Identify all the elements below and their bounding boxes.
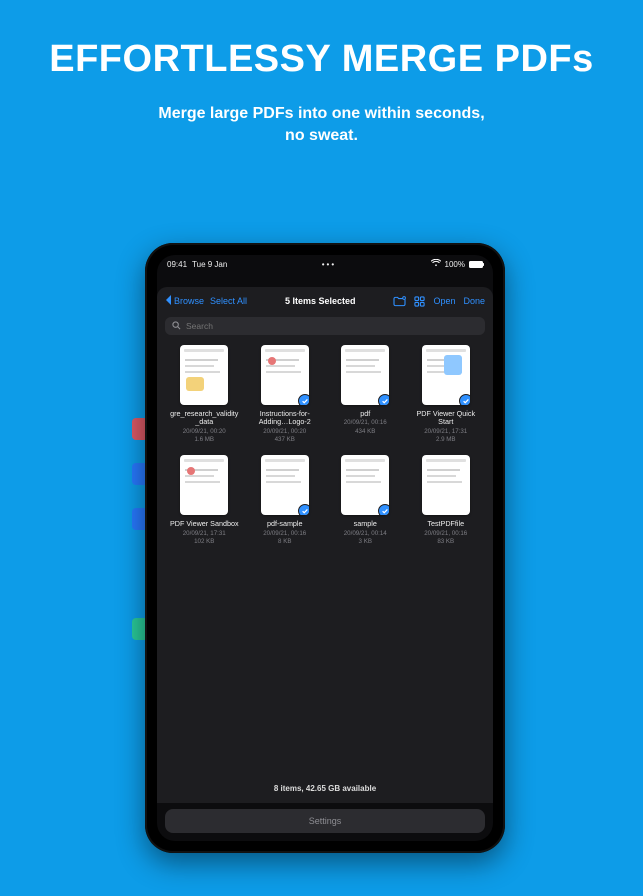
- done-button[interactable]: Done: [464, 296, 486, 306]
- file-size: 8 KB: [278, 538, 291, 545]
- file-date: 20/09/21, 00:16: [263, 530, 306, 537]
- file-picker-panel: Browse Select All 5 Items Selected Open …: [157, 287, 493, 803]
- file-thumbnail: [180, 345, 228, 405]
- file-date: 20/09/21, 00:14: [344, 530, 387, 537]
- file-grid: gre_research_validity_data20/09/21, 00:2…: [157, 341, 493, 778]
- status-time: 09:41: [167, 260, 187, 269]
- file-item[interactable]: sample 20/09/21, 00:143 KB: [328, 455, 403, 545]
- toolbar: Browse Select All 5 Items Selected Open …: [157, 287, 493, 315]
- back-button[interactable]: Browse: [165, 295, 204, 307]
- file-item[interactable]: TestPDFfile 20/09/21, 00:1683 KB: [409, 455, 484, 545]
- file-size: 3 KB: [359, 538, 372, 545]
- multitask-dots-icon: •••: [322, 260, 336, 269]
- new-folder-icon[interactable]: [393, 296, 406, 307]
- open-button[interactable]: Open: [433, 296, 455, 306]
- hero-title: EFFORTLESSY MERGE PDFs: [0, 38, 643, 81]
- file-thumbnail: [261, 455, 309, 515]
- file-thumbnail: [261, 345, 309, 405]
- search-input[interactable]: [186, 321, 478, 331]
- file-item[interactable]: pdf20/09/21, 00:16 434 KB: [328, 345, 403, 443]
- battery-pct: 100%: [445, 260, 465, 269]
- file-thumbnail: [180, 455, 228, 515]
- file-thumbnail: [422, 455, 470, 515]
- file-date: 20/09/21, 17:31: [183, 530, 226, 537]
- file-name: gre_research_validity_data: [169, 410, 239, 427]
- file-item[interactable]: PDF Viewer Sandbox 20/09/21, 17:31102 KB: [167, 455, 242, 545]
- grid-view-icon[interactable]: [414, 296, 425, 307]
- file-name: PDF Viewer Quick Start: [411, 410, 481, 427]
- file-name: pdf: [360, 410, 370, 418]
- selected-checkmark-icon: [378, 394, 389, 405]
- status-date: Tue 9 Jan: [192, 260, 227, 269]
- file-date: 20/09/21, 00:20: [263, 428, 306, 435]
- file-size: 2.9 MB: [436, 436, 456, 443]
- file-name: pdf-sample: [267, 520, 303, 528]
- battery-icon: [469, 261, 483, 268]
- file-date: 20/09/21, 00:20: [183, 428, 226, 435]
- file-thumbnail: [341, 455, 389, 515]
- storage-availability: 8 items, 42.65 GB available: [157, 778, 493, 803]
- search-field[interactable]: [165, 317, 485, 335]
- file-name: PDF Viewer Sandbox: [170, 520, 239, 528]
- file-name: TestPDFfile: [427, 520, 464, 528]
- file-thumbnail: [422, 345, 470, 405]
- selected-checkmark-icon: [378, 504, 389, 515]
- file-item[interactable]: gre_research_validity_data20/09/21, 00:2…: [167, 345, 242, 443]
- selected-checkmark-icon: [298, 504, 309, 515]
- file-date: 20/09/21, 00:16: [424, 530, 467, 537]
- chevron-left-icon: [165, 295, 172, 307]
- toolbar-title: 5 Items Selected: [285, 296, 356, 306]
- wifi-icon: [431, 259, 441, 269]
- hero-subtitle: Merge large PDFs into one within seconds…: [0, 103, 643, 146]
- file-item[interactable]: pdf-sample 20/09/21, 00:168 KB: [248, 455, 323, 545]
- settings-button[interactable]: Settings: [165, 809, 485, 833]
- file-size: 83 KB: [437, 538, 454, 545]
- file-size: 1.6 MB: [194, 436, 214, 443]
- file-size: 102 KB: [194, 538, 214, 545]
- file-size: 434 KB: [355, 428, 375, 435]
- file-item[interactable]: PDF Viewer Quick Start20/09/21, 17:312.9…: [409, 345, 484, 443]
- device-screen: 09:41 Tue 9 Jan ••• 100% Browse: [157, 255, 493, 841]
- file-size: 437 KB: [275, 436, 295, 443]
- file-thumbnail: [341, 345, 389, 405]
- select-all-button[interactable]: Select All: [210, 296, 247, 306]
- status-bar: 09:41 Tue 9 Jan ••• 100%: [157, 255, 493, 273]
- file-name: sample: [354, 520, 377, 528]
- search-icon: [172, 321, 181, 332]
- file-name: Instructions-for-Adding…Logo-2: [250, 410, 320, 427]
- file-item[interactable]: Instructions-for-Adding…Logo-220/09/21, …: [248, 345, 323, 443]
- file-date: 20/09/21, 00:16: [344, 419, 387, 426]
- device-frame: 09:41 Tue 9 Jan ••• 100% Browse: [145, 243, 505, 853]
- file-date: 20/09/21, 17:31: [424, 428, 467, 435]
- selected-checkmark-icon: [298, 394, 309, 405]
- selected-checkmark-icon: [459, 394, 470, 405]
